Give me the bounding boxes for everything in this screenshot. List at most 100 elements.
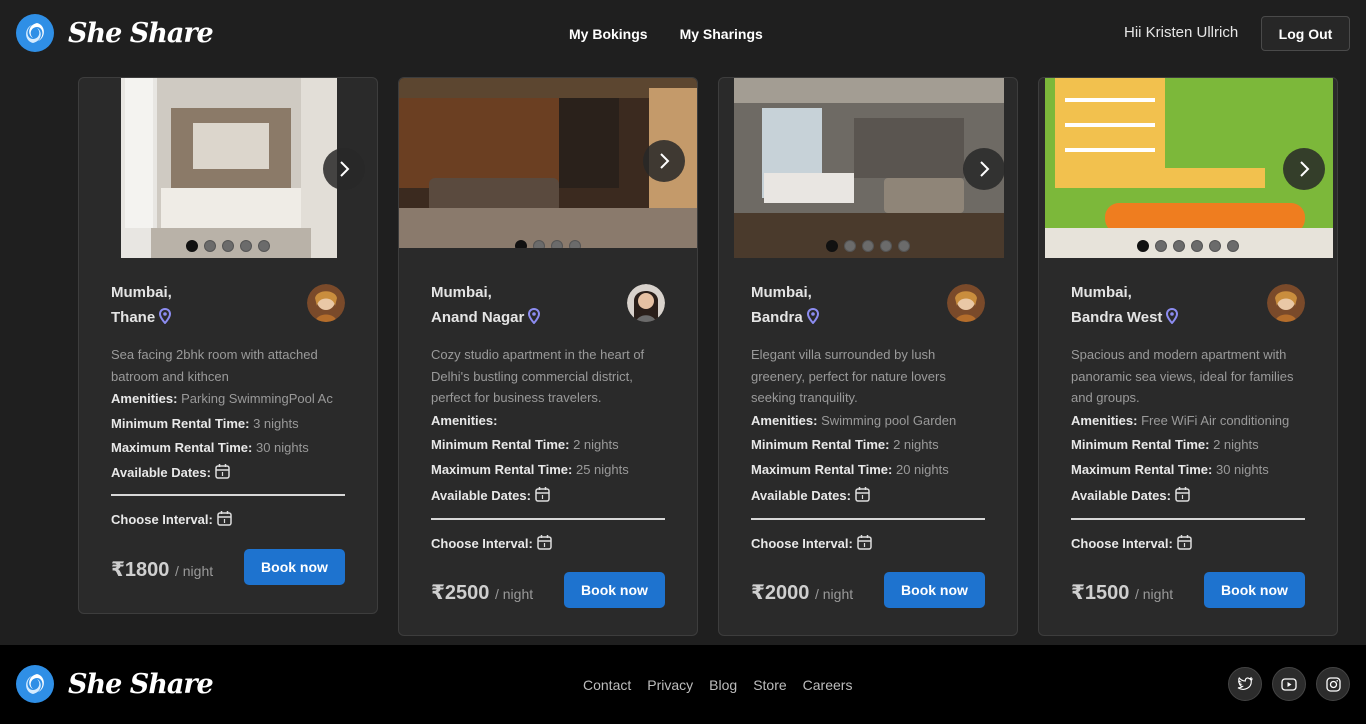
book-now-button[interactable]: Book now [1204,572,1305,608]
nav-my-bookings[interactable]: My Bokings [569,26,648,42]
carousel-next-button[interactable] [963,148,1005,190]
listing-area: Bandra [751,309,803,326]
carousel-dot[interactable] [1155,240,1167,252]
listing-body: Mumbai, Thane Sea facing 2bhk room with … [79,258,377,585]
carousel-dot[interactable] [222,240,234,252]
social-links [1228,667,1350,701]
price-row: ₹2000 / night Book now [751,572,985,608]
twitter-button[interactable] [1228,667,1262,701]
carousel-dot[interactable] [533,240,545,248]
host-avatar[interactable] [1267,284,1305,322]
calendar-icon[interactable] [215,463,230,479]
carousel-dot[interactable] [1137,240,1149,252]
carousel-dots [1039,240,1337,252]
choose-interval-label: Choose Interval: [751,535,853,551]
chevron-right-icon [980,161,990,177]
logo-icon [16,14,54,52]
location-pin-icon [528,308,541,324]
choose-interval-label: Choose Interval: [111,512,213,527]
host-avatar[interactable] [307,284,345,322]
carousel-next-button[interactable] [1283,148,1325,190]
calendar-icon[interactable] [1177,534,1192,550]
calendar-icon[interactable] [855,486,870,502]
min-rental-label: Minimum Rental Time: [1071,437,1210,452]
carousel-dot[interactable] [1173,240,1185,252]
carousel-dot[interactable] [204,240,216,252]
listing-area: Bandra West [1071,309,1163,326]
amenities-label: Amenities: [431,412,498,428]
max-rental-row: Maximum Rental Time: 25 nights [431,458,665,483]
listing-card: Mumbai, Anand Nagar Cozy studio apartmen… [398,77,698,636]
calendar-icon[interactable] [217,510,232,526]
listing-card: Mumbai, Thane Sea facing 2bhk room with … [78,77,378,614]
amenities-label: Amenities: [1071,412,1138,428]
host-avatar[interactable] [947,284,985,322]
amenities-row: Amenities: Parking SwimmingPool Ac [111,387,345,412]
location-pin-icon [159,308,172,324]
max-rental-value: 20 nights [895,461,949,477]
amenities-label: Amenities: [751,412,818,428]
book-now-button[interactable]: Book now [244,548,345,585]
amenities-value: Swimming pool Garden [821,412,957,428]
listing-description: Cozy studio apartment in the heart of De… [431,347,645,405]
max-rental-value: 30 nights [1215,461,1269,477]
amenities-row: Amenities: [431,409,665,434]
carousel-dot[interactable] [551,240,563,248]
location-pin-icon [1166,308,1179,324]
listing-description: Sea facing 2bhk room with attached batro… [111,347,318,384]
calendar-icon[interactable] [535,486,550,502]
footer-brand[interactable]: She Share [16,665,214,703]
max-rental-value: 25 nights [575,461,629,477]
host-avatar[interactable] [627,284,665,322]
footer-link-careers[interactable]: Careers [803,677,853,693]
carousel-dot[interactable] [898,240,910,252]
carousel-dot[interactable] [844,240,856,252]
carousel-dot[interactable] [880,240,892,252]
carousel-dots [399,240,697,248]
max-rental-value: 30 nights [255,440,309,455]
carousel-dot[interactable] [862,240,874,252]
price-unit: / night [814,586,854,602]
calendar-icon[interactable] [857,534,872,550]
carousel-dots [79,240,377,252]
youtube-button[interactable] [1272,667,1306,701]
listing-description: Spacious and modern apartment with panor… [1071,347,1294,405]
carousel-dot[interactable] [240,240,252,252]
carousel-dot[interactable] [1191,240,1203,252]
instagram-button[interactable] [1316,667,1350,701]
calendar-icon[interactable] [1175,486,1190,502]
amenities-value: Parking SwimmingPool Ac [181,391,333,406]
carousel-dot[interactable] [826,240,838,252]
max-rental-row: Maximum Rental Time: 20 nights [751,458,985,483]
listing-image-carousel [719,78,1017,258]
footer: She Share Contact Privacy Blog Store Car… [0,645,1366,724]
footer-link-privacy[interactable]: Privacy [647,677,693,693]
carousel-dot[interactable] [258,240,270,252]
carousel-next-button[interactable] [323,148,365,190]
footer-link-blog[interactable]: Blog [709,677,737,693]
amenities-row: Amenities: Swimming pool Garden [751,409,985,434]
min-rental-row: Minimum Rental Time: 2 nights [751,433,985,458]
divider [111,494,345,496]
footer-link-contact[interactable]: Contact [583,677,631,693]
logout-button[interactable]: Log Out [1261,16,1350,51]
listing-body: Mumbai, Bandra Elegant villa surrounded … [719,258,1017,608]
listing-image-carousel [1039,78,1337,258]
calendar-icon[interactable] [537,534,552,550]
price-value: ₹2500 [431,582,490,604]
carousel-next-button[interactable] [643,140,685,182]
carousel-dot[interactable] [1227,240,1239,252]
available-dates-label: Available Dates: [111,464,211,480]
min-rental-row: Minimum Rental Time: 2 nights [431,433,665,458]
carousel-dot[interactable] [1209,240,1221,252]
nav-my-sharings[interactable]: My Sharings [680,26,763,42]
book-now-button[interactable]: Book now [884,572,985,608]
carousel-dot[interactable] [569,240,581,248]
price-value: ₹2000 [751,582,810,604]
main-nav: My Bokings My Sharings [569,26,763,42]
carousel-dot[interactable] [515,240,527,248]
book-now-button[interactable]: Book now [564,572,665,608]
brand[interactable]: She Share [16,14,214,52]
footer-link-store[interactable]: Store [753,677,786,693]
carousel-dot[interactable] [186,240,198,252]
